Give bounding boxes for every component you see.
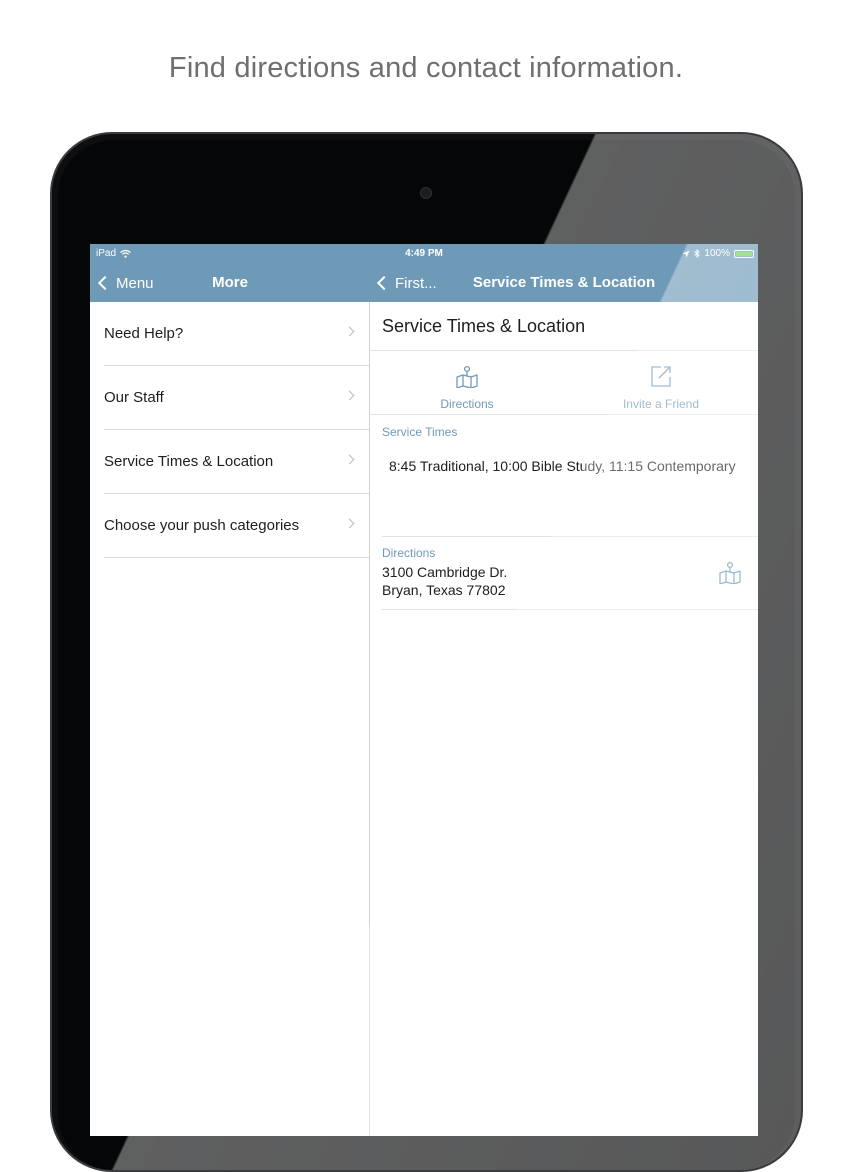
battery-percent: 100% [704, 248, 730, 259]
page-title: Service Times & Location [382, 316, 586, 336]
menu-item-need-help[interactable]: Need Help? [104, 302, 369, 366]
status-bar: iPad 4:49 PM 100% [90, 244, 758, 264]
chevron-right-icon [344, 326, 355, 337]
divider [382, 536, 758, 537]
service-times-label: Service Times [382, 425, 458, 439]
divider [370, 350, 758, 351]
first-back-button[interactable]: First... [375, 264, 437, 302]
menu-back-button[interactable]: Menu [96, 264, 154, 302]
chevron-right-icon [344, 454, 355, 465]
detail-nav-title: Service Times & Location [472, 274, 656, 291]
menu-item-label: Need Help? [104, 325, 184, 342]
nav-left-pane: Menu More [90, 264, 369, 302]
status-right: 100% [682, 248, 754, 259]
address-line-2: Bryan, Texas 77802 [382, 582, 506, 598]
nav-right-pane: First... Service Times & Location [369, 264, 758, 302]
invite-friend-label: Invite a Friend [622, 397, 700, 411]
share-icon [651, 366, 671, 387]
menu-item-label: Our Staff [104, 389, 164, 406]
chevron-right-icon [344, 390, 355, 401]
address-line-1: 3100 Cambridge Dr. [382, 564, 508, 580]
menu-item-service-times[interactable]: Service Times & Location [104, 430, 369, 494]
back-chevron-icon [97, 275, 113, 291]
invite-friend-button[interactable]: Invite a Friend [564, 360, 758, 414]
menu-item-label: Service Times & Location [104, 453, 274, 470]
battery-icon [734, 249, 754, 258]
bluetooth-icon [694, 249, 701, 258]
more-menu-list: Need Help? Our Staff Service Times & Loc… [90, 302, 369, 1136]
menu-back-label: Menu [116, 274, 154, 292]
detail-pane: Service Times & Location Directions Invi… [370, 302, 758, 1136]
menu-item-our-staff[interactable]: Our Staff [104, 366, 369, 430]
divider [382, 609, 758, 610]
directions-section-label: Directions [382, 546, 436, 560]
service-times-text: 8:45 Traditional, 10:00 Bible Study, 11:… [389, 458, 736, 474]
menu-item-label: Choose your push categories [104, 517, 300, 534]
more-title: More [212, 274, 248, 291]
menu-item-push-categories[interactable]: Choose your push categories [104, 494, 369, 558]
navigation-bar: Menu More First... Service Times & Locat… [90, 264, 758, 302]
chevron-right-icon [344, 518, 355, 529]
location-arrow-icon [682, 250, 690, 257]
directions-label: Directions [440, 397, 494, 411]
camera [420, 187, 432, 199]
divider [370, 414, 758, 415]
back-chevron-icon [376, 275, 392, 291]
status-time: 4:49 PM [405, 248, 443, 259]
first-back-label: First... [395, 274, 437, 292]
device-screen: iPad 4:49 PM 100% Menu More First... Ser… [90, 244, 758, 1136]
caption: Find directions and contact information. [168, 52, 684, 84]
map-icon[interactable] [718, 560, 742, 584]
directions-button[interactable]: Directions [370, 360, 564, 414]
map-icon [456, 365, 478, 388]
